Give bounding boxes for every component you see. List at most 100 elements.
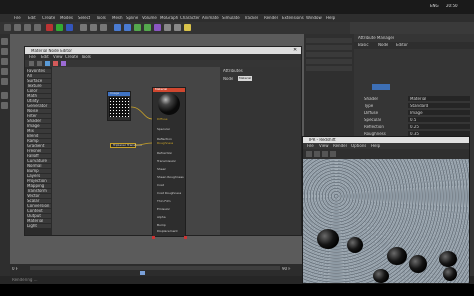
category-item[interactable]: Blend xyxy=(27,134,51,138)
node-tool-icon[interactable] xyxy=(45,61,50,66)
polygons-mode-icon[interactable] xyxy=(1,78,8,85)
node-canvas[interactable]: Image Triplanar Transform Material Diffu… xyxy=(52,67,220,237)
menu-character[interactable]: Character xyxy=(180,16,200,20)
node-menu-view[interactable]: View xyxy=(53,55,63,59)
category-item[interactable]: Generator xyxy=(27,104,51,108)
node-menu-file[interactable]: File xyxy=(29,55,36,59)
ipr-snapshot-icon[interactable] xyxy=(322,151,328,157)
menu-tracker[interactable]: Tracker xyxy=(244,16,258,20)
material-port-coat[interactable]: Coat xyxy=(157,184,164,187)
category-item[interactable]: Light xyxy=(27,224,51,228)
rotate-tool-icon[interactable] xyxy=(34,24,41,31)
attribute-slider[interactable]: 0.5 xyxy=(408,117,470,122)
attribute-value-field[interactable]: Material xyxy=(408,96,470,101)
menu-volume[interactable]: Volume xyxy=(142,16,157,20)
workplane-icon[interactable] xyxy=(1,102,8,109)
cube-icon[interactable] xyxy=(114,24,121,31)
material-port-sheen-roughness[interactable]: Sheen Roughness xyxy=(157,176,184,179)
ipr-menu-help[interactable]: Help xyxy=(371,144,380,148)
ipr-menu-render[interactable]: Render xyxy=(333,144,347,148)
material-port-thin-film[interactable]: Thin Film xyxy=(157,200,171,203)
object-row[interactable] xyxy=(306,38,352,43)
node-menu-tools[interactable]: Tools xyxy=(81,55,91,59)
model-mode-icon[interactable] xyxy=(1,48,8,55)
category-item[interactable]: Math xyxy=(27,94,51,98)
category-item[interactable]: Normal xyxy=(27,164,51,168)
camera-icon[interactable] xyxy=(174,24,181,31)
menu-animate[interactable]: Animate xyxy=(202,16,219,20)
timeline-end-frame[interactable]: 90 F xyxy=(282,267,291,271)
material-port-bump[interactable]: Bump xyxy=(157,224,166,227)
material-port-transmission[interactable]: Transmission xyxy=(157,160,176,163)
tab-editor[interactable]: Editor xyxy=(396,43,408,47)
category-item[interactable]: Fresnel xyxy=(27,149,51,153)
node-tool-icon[interactable] xyxy=(29,61,34,66)
language-indicator[interactable]: ENG xyxy=(430,4,439,8)
category-item[interactable]: Material xyxy=(27,219,51,223)
attribute-value-field[interactable]: Image xyxy=(408,110,470,115)
render-picture-viewer-icon[interactable] xyxy=(90,24,97,31)
material-port-diffuse[interactable]: Diffuse xyxy=(157,118,168,121)
menu-mograph[interactable]: MoGraph xyxy=(160,16,178,20)
timeline-start-frame[interactable]: 0 F xyxy=(12,267,18,271)
ipr-start-render-icon[interactable] xyxy=(306,151,312,157)
subdivision-icon[interactable] xyxy=(134,24,141,31)
attribute-value-field[interactable]: Standard xyxy=(408,103,470,108)
material-port-alpha[interactable]: Alpha xyxy=(157,216,166,219)
category-item[interactable]: Surface xyxy=(27,79,51,83)
node-tool-icon[interactable] xyxy=(37,61,42,66)
ipr-menu-view[interactable]: View xyxy=(319,144,329,148)
material-port-coat-roughness[interactable]: Coat Roughness xyxy=(157,192,181,195)
category-item[interactable]: Texture xyxy=(27,84,51,88)
ipr-menu-options[interactable]: Options xyxy=(351,144,366,148)
render-settings-icon[interactable] xyxy=(100,24,107,31)
floor-icon[interactable] xyxy=(164,24,171,31)
scale-tool-icon[interactable] xyxy=(24,24,31,31)
tab-node[interactable]: Node xyxy=(378,43,388,47)
menu-create[interactable]: Create xyxy=(42,16,55,20)
menu-spline[interactable]: Spline xyxy=(126,16,138,20)
category-item[interactable]: Image xyxy=(27,124,51,128)
snap-icon[interactable] xyxy=(1,92,8,99)
object-row[interactable] xyxy=(306,45,352,50)
menu-select[interactable]: Select xyxy=(78,16,90,20)
material-node[interactable]: Material Diffuse Specular Reflection Rou… xyxy=(152,87,186,237)
category-item[interactable]: Filter xyxy=(27,114,51,118)
category-item[interactable]: Scalar xyxy=(27,199,51,203)
node-menu-create[interactable]: Create xyxy=(65,55,78,59)
menu-tools[interactable]: Tools xyxy=(96,16,106,20)
material-port-displacement[interactable]: Displacement xyxy=(157,230,178,233)
material-port-refraction[interactable]: Refraction xyxy=(157,152,172,155)
deformer-icon[interactable] xyxy=(154,24,161,31)
material-port-sheen[interactable]: Sheen xyxy=(157,168,166,171)
ipr-stop-render-icon[interactable] xyxy=(314,151,320,157)
close-icon[interactable]: ✕ xyxy=(293,48,297,53)
category-item[interactable]: Utility xyxy=(27,99,51,103)
menu-file[interactable]: File xyxy=(14,16,21,20)
node-tool-icon[interactable] xyxy=(53,61,58,66)
timeline[interactable]: 0 F 90 F xyxy=(10,264,304,276)
category-item[interactable]: Shader xyxy=(27,119,51,123)
menu-window[interactable]: Window xyxy=(306,16,322,20)
node-attributes-field[interactable]: Material xyxy=(238,76,252,81)
category-item[interactable]: Favorites xyxy=(27,69,51,73)
menu-edit[interactable]: Edit xyxy=(28,16,36,20)
menu-simulate[interactable]: Simulate xyxy=(222,16,240,20)
menu-help[interactable]: Help xyxy=(326,16,335,20)
category-item[interactable]: Layers xyxy=(27,174,51,178)
render-view-icon[interactable] xyxy=(80,24,87,31)
category-item[interactable]: Projection xyxy=(27,179,51,183)
menu-render[interactable]: Render xyxy=(264,16,278,20)
ipr-rendered-image[interactable] xyxy=(303,159,469,283)
spline-pen-icon[interactable] xyxy=(124,24,131,31)
y-axis-icon[interactable] xyxy=(56,24,63,31)
points-mode-icon[interactable] xyxy=(1,58,8,65)
make-editable-icon[interactable] xyxy=(1,38,8,45)
attribute-slider[interactable]: 0.25 xyxy=(408,124,470,129)
category-item[interactable]: Falloff xyxy=(27,154,51,158)
category-item[interactable]: Curvature xyxy=(27,159,51,163)
category-item[interactable]: Conversion xyxy=(27,204,51,208)
menu-extensions[interactable]: Extensions xyxy=(282,16,304,20)
cloner-icon[interactable] xyxy=(144,24,151,31)
node-menu-edit[interactable]: Edit xyxy=(41,55,49,59)
